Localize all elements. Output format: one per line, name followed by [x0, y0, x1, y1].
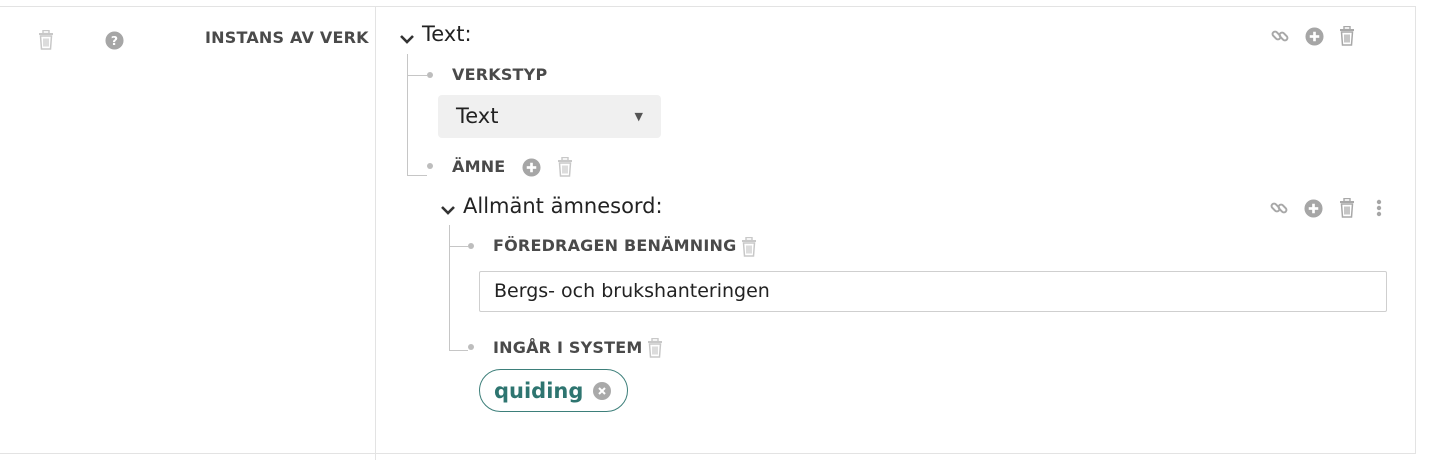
system-chip[interactable]: quiding [479, 369, 629, 412]
verkstyp-select[interactable]: Text ▼ [438, 95, 661, 138]
chevron-down-icon[interactable] [398, 31, 416, 47]
tree-line [449, 225, 450, 351]
column-divider [375, 6, 376, 460]
tree-dot [427, 72, 433, 78]
help-icon[interactable]: ? [104, 30, 124, 50]
trash-icon[interactable] [1338, 197, 1356, 219]
tree-dot [468, 344, 474, 350]
amne-trash-icon[interactable] [556, 156, 574, 178]
foredragen-trash-icon[interactable] [740, 236, 758, 258]
tree-line [407, 54, 408, 176]
add-amne-icon[interactable] [521, 157, 541, 177]
tree-branch [407, 175, 427, 176]
svg-text:?: ? [110, 33, 117, 47]
tree-dot [427, 163, 433, 169]
trash-icon[interactable] [1338, 25, 1356, 47]
foredragen-input[interactable]: Bergs- och brukshanteringen [479, 271, 1387, 312]
tree-branch [449, 350, 468, 351]
system-chip-label: quiding [494, 378, 584, 403]
tree-branch [449, 246, 468, 247]
dropdown-caret-icon: ▼ [634, 110, 643, 123]
more-options-icon[interactable] [1372, 198, 1386, 218]
verkstyp-label: VERKSTYP [452, 65, 548, 84]
foredragen-label: FÖREDRAGEN BENÄMNING [493, 236, 737, 255]
ingar-trash-icon[interactable] [646, 337, 664, 359]
subject-title: Allmänt ämnesord: [463, 194, 663, 218]
chevron-down-icon[interactable] [439, 202, 457, 218]
foredragen-value: Bergs- och brukshanteringen [494, 280, 770, 302]
add-icon[interactable] [1303, 198, 1323, 218]
add-icon[interactable] [1304, 26, 1324, 46]
ingar-label: INGÅR I SYSTEM [493, 338, 643, 357]
amne-label: ÄMNE [452, 157, 506, 176]
link-icon[interactable] [1269, 198, 1289, 218]
verkstyp-select-value: Text [456, 104, 499, 128]
row-frame [0, 6, 1416, 454]
close-circle-icon[interactable] [593, 381, 612, 400]
row-label: INSTANS AV VERK [205, 28, 369, 47]
link-icon[interactable] [1270, 26, 1290, 46]
work-title: Text: [422, 22, 472, 46]
row-trash-icon[interactable] [37, 29, 55, 51]
tree-dot [468, 243, 474, 249]
tree-branch [407, 75, 427, 76]
